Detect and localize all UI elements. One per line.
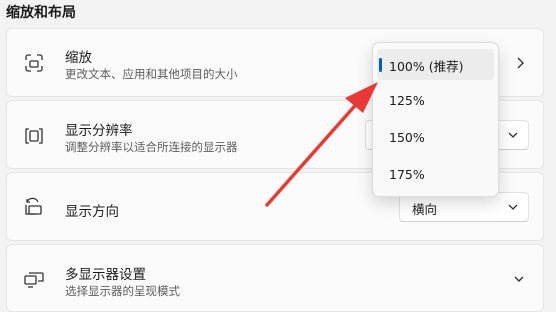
scale-icon [25,54,43,72]
scale-option-150[interactable]: 150% [377,123,494,154]
multi-display-title: 多显示器设置 [65,267,146,283]
multi-display-description: 选择显示器的呈现模式 [65,284,180,298]
chevron-right-icon[interactable] [513,56,527,70]
scale-title: 缩放 [65,50,92,66]
multi-display-card[interactable]: 多显示器设置 选择显示器的呈现模式 [6,244,544,312]
chevron-down-icon[interactable] [512,272,526,286]
resolution-description: 调整分辨率以适合所连接的显示器 [65,140,238,154]
orientation-value: 横向 [412,202,438,217]
scale-description: 更改文本、应用和其他项目的大小 [65,67,238,81]
scale-option-175[interactable]: 175% [377,160,494,191]
scale-option-label: 125% [389,93,425,108]
orientation-title: 显示方向 [65,204,119,220]
scale-option-label: 175% [389,167,425,182]
scale-dropdown-menu: 100% (推荐) 125% 150% 175% [372,42,499,197]
resolution-title: 显示分辨率 [65,123,133,139]
chevron-down-icon [508,132,518,138]
multi-display-icon [24,272,44,288]
scale-option-label: 100% (推荐) [389,59,464,74]
scale-option-100[interactable]: 100% (推荐) [377,49,494,80]
chevron-down-icon [508,204,518,210]
scale-option-label: 150% [389,130,425,145]
resolution-icon [25,128,43,144]
selection-indicator [379,58,382,72]
scale-option-125[interactable]: 125% [377,86,494,117]
orientation-icon [25,197,42,215]
section-title: 缩放和布局 [6,5,76,21]
